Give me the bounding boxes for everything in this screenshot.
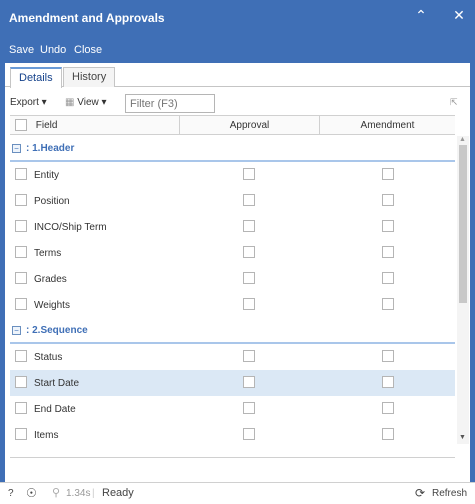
- group-header-1[interactable]: − : 1.Header: [10, 136, 455, 162]
- maximize-icon[interactable]: ⇱: [450, 97, 462, 109]
- amendment-checkbox[interactable]: [382, 272, 394, 284]
- table-row[interactable]: Entity: [10, 162, 455, 188]
- row-checkbox[interactable]: [15, 272, 27, 284]
- row-checkbox[interactable]: [15, 402, 27, 414]
- amendment-checkbox[interactable]: [382, 194, 394, 206]
- table-row-selected[interactable]: Start Date: [10, 370, 455, 396]
- field-name: Items: [34, 430, 59, 441]
- window-title: Amendment and Approvals: [9, 11, 165, 25]
- row-checkbox[interactable]: [15, 350, 27, 362]
- refresh-button[interactable]: Refresh: [432, 488, 467, 499]
- row-checkbox[interactable]: [15, 168, 27, 180]
- table-row[interactable]: Terms: [10, 240, 455, 266]
- status-bar: ? ☉ ⚲ 1.34s | Ready ⟳ Refresh: [0, 482, 475, 504]
- content-panel: Details History Export ▾ ▦ View ▾ ⇱ Fiel…: [5, 63, 470, 482]
- approval-checkbox[interactable]: [243, 350, 255, 362]
- close-icon[interactable]: ✕: [448, 4, 470, 26]
- field-name: Start Date: [34, 378, 80, 389]
- title-bar: Amendment and Approvals ⌃ ✕: [0, 0, 475, 37]
- field-name: Entity: [34, 170, 60, 181]
- field-name: Weights: [34, 300, 70, 311]
- field-column-header[interactable]: Field: [10, 116, 180, 135]
- amendment-checkbox[interactable]: [382, 298, 394, 310]
- response-time: 1.34s: [66, 488, 91, 499]
- lightbulb-icon: ⚲: [52, 487, 61, 499]
- export-label: Export: [10, 97, 39, 108]
- approval-checkbox[interactable]: [243, 168, 255, 180]
- content-frame: Details History Export ▾ ▦ View ▾ ⇱ Fiel…: [0, 63, 475, 482]
- group-label: : 2.Sequence: [26, 325, 88, 336]
- amendment-checkbox[interactable]: [382, 220, 394, 232]
- view-button[interactable]: ▦ View ▾: [65, 97, 107, 108]
- grid-icon: ▦: [65, 97, 75, 108]
- table-row[interactable]: Position: [10, 188, 455, 214]
- tab-strip: Details History: [5, 63, 470, 88]
- row-checkbox[interactable]: [15, 194, 27, 206]
- amendment-checkbox[interactable]: [382, 168, 394, 180]
- row-checkbox[interactable]: [15, 246, 27, 258]
- grid-toolbar: Export ▾ ▦ View ▾ ⇱: [5, 93, 470, 115]
- export-button[interactable]: Export ▾: [10, 97, 47, 108]
- approval-checkbox[interactable]: [243, 428, 255, 440]
- close-button[interactable]: Close: [74, 44, 102, 56]
- table-row[interactable]: Items: [10, 422, 455, 443]
- approval-checkbox[interactable]: [243, 220, 255, 232]
- toolbar: Save Undo Close: [0, 37, 475, 63]
- amendment-column-header[interactable]: Amendment: [320, 116, 455, 135]
- select-all-checkbox[interactable]: [15, 119, 27, 132]
- approval-checkbox[interactable]: [243, 402, 255, 414]
- approval-checkbox[interactable]: [243, 298, 255, 310]
- save-button[interactable]: Save: [9, 44, 34, 56]
- support-icon[interactable]: ☉: [26, 486, 37, 500]
- table-row[interactable]: Weights: [10, 292, 455, 318]
- table-row[interactable]: Grades: [10, 266, 455, 292]
- scrollbar-thumb[interactable]: [459, 145, 467, 303]
- field-name: INCO/Ship Term: [34, 222, 107, 233]
- collapse-group-icon[interactable]: −: [12, 326, 21, 335]
- collapse-icon[interactable]: ⌃: [410, 4, 432, 26]
- amendment-checkbox[interactable]: [382, 350, 394, 362]
- collapse-group-icon[interactable]: −: [12, 144, 21, 153]
- approval-checkbox[interactable]: [243, 272, 255, 284]
- approval-checkbox[interactable]: [243, 376, 255, 388]
- table-row[interactable]: Status: [10, 344, 455, 370]
- group-header-2[interactable]: − : 2.Sequence: [10, 318, 455, 344]
- tab-details[interactable]: Details: [10, 67, 62, 88]
- row-checkbox[interactable]: [15, 428, 27, 440]
- approval-column-header[interactable]: Approval: [180, 116, 320, 135]
- field-name: Grades: [34, 274, 67, 285]
- undo-button[interactable]: Undo: [40, 44, 66, 56]
- amendment-checkbox[interactable]: [382, 402, 394, 414]
- vertical-scrollbar[interactable]: ▲ ▼: [457, 136, 469, 444]
- grid-header: Field Approval Amendment: [10, 115, 455, 135]
- filter-input[interactable]: [125, 94, 215, 113]
- amendment-checkbox[interactable]: [382, 428, 394, 440]
- scroll-down-icon[interactable]: ▼: [459, 434, 466, 441]
- field-name: Position: [34, 196, 70, 207]
- scroll-up-icon[interactable]: ▲: [459, 136, 466, 143]
- field-header-label: Field: [35, 120, 58, 131]
- amendment-checkbox[interactable]: [382, 376, 394, 388]
- row-checkbox[interactable]: [15, 220, 27, 232]
- tab-history[interactable]: History: [63, 67, 116, 87]
- refresh-icon[interactable]: ⟳: [415, 486, 425, 500]
- group-label: : 1.Header: [26, 143, 75, 154]
- field-name: End Date: [34, 404, 76, 415]
- approval-checkbox[interactable]: [243, 246, 255, 258]
- table-row[interactable]: INCO/Ship Term: [10, 214, 455, 240]
- row-checkbox[interactable]: [15, 298, 27, 310]
- table-row[interactable]: End Date: [10, 396, 455, 422]
- amendment-approvals-window: Amendment and Approvals ⌃ ✕ Save Undo Cl…: [0, 0, 475, 504]
- view-label: View: [77, 97, 99, 108]
- field-name: Terms: [34, 248, 62, 259]
- grid-footer-divider: [10, 457, 455, 458]
- field-name: Status: [34, 352, 63, 363]
- amendment-checkbox[interactable]: [382, 246, 394, 258]
- approval-checkbox[interactable]: [243, 194, 255, 206]
- status-text: Ready: [102, 487, 134, 499]
- row-checkbox[interactable]: [15, 376, 27, 388]
- status-divider: |: [92, 488, 95, 499]
- grid-body: − : 1.Header Entity Position INCO/Ship T…: [10, 136, 455, 443]
- help-icon[interactable]: ?: [8, 488, 14, 499]
